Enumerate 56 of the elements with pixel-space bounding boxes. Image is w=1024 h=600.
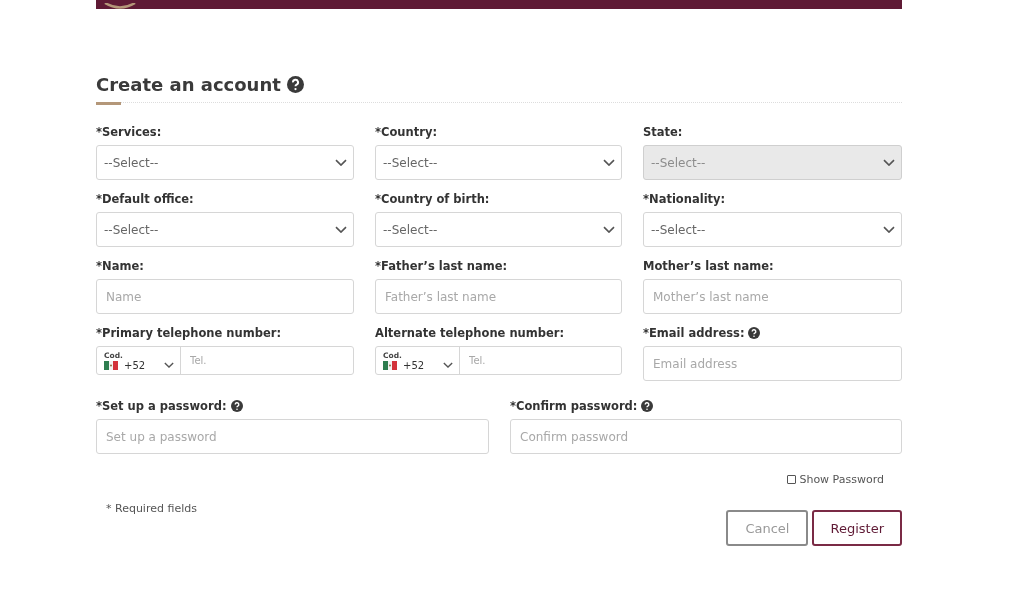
select-text: --Select-- bbox=[104, 222, 159, 237]
field-label: Alternate telephone number: bbox=[375, 326, 565, 340]
page-title: Create an account bbox=[96, 73, 281, 95]
text-field[interactable]: Mother’s last name bbox=[643, 279, 902, 314]
phone-number-input[interactable]: Tel. bbox=[460, 347, 621, 374]
country-code: +52 bbox=[403, 359, 426, 371]
help-icon[interactable] bbox=[748, 327, 761, 339]
password-field[interactable]: Set up a password bbox=[96, 419, 489, 454]
field-label: *Country of birth: bbox=[375, 192, 490, 206]
chevron-down-icon bbox=[883, 225, 895, 234]
show-password-checkbox[interactable]: Show Password bbox=[787, 473, 884, 486]
text-field[interactable]: Father’s last name bbox=[375, 279, 622, 314]
country-code: +52 bbox=[124, 359, 147, 371]
flag-icon bbox=[383, 360, 397, 370]
field-label: *Father’s last name: bbox=[375, 259, 508, 273]
emblem-icon bbox=[104, 3, 136, 9]
title-underline bbox=[96, 102, 121, 105]
select-field[interactable]: --Select-- bbox=[643, 212, 902, 247]
checkbox-icon[interactable] bbox=[787, 475, 797, 484]
field-label: *Country: bbox=[375, 125, 437, 139]
help-icon[interactable] bbox=[641, 400, 654, 412]
chevron-down-icon bbox=[335, 225, 347, 234]
field-label: *Default office: bbox=[96, 192, 194, 206]
select-text: --Select-- bbox=[651, 222, 706, 237]
flag-icon bbox=[104, 360, 118, 370]
field-label: *Services: bbox=[96, 125, 162, 139]
chevron-down-icon bbox=[443, 362, 453, 368]
select-text: --Select-- bbox=[651, 155, 706, 170]
select-field[interactable]: --Select-- bbox=[96, 212, 354, 247]
chevron-down-icon bbox=[164, 362, 174, 368]
select-text: --Select-- bbox=[104, 155, 159, 170]
select-field[interactable]: --Select-- bbox=[375, 145, 622, 180]
chevron-down-icon bbox=[883, 158, 895, 167]
register-button[interactable]: Register bbox=[812, 510, 902, 546]
help-icon[interactable] bbox=[286, 75, 304, 93]
field-label: Mother’s last name: bbox=[643, 259, 774, 273]
select-text: --Select-- bbox=[383, 155, 438, 170]
chevron-down-icon bbox=[603, 225, 615, 234]
field-label: *Name: bbox=[96, 259, 144, 273]
text-field[interactable]: Email address bbox=[643, 346, 902, 381]
select-field[interactable]: --Select-- bbox=[375, 212, 622, 247]
field-label: *Email address: bbox=[643, 326, 745, 340]
select-field[interactable]: --Select-- bbox=[96, 145, 354, 180]
field-label: State: bbox=[643, 125, 683, 139]
required-note: * Required fields bbox=[106, 502, 197, 515]
chevron-down-icon bbox=[335, 158, 347, 167]
field-label: *Confirm password: bbox=[510, 399, 638, 413]
field-label: *Set up a password: bbox=[96, 399, 227, 413]
field-label: *Primary telephone number: bbox=[96, 326, 281, 340]
phone-number-input[interactable]: Tel. bbox=[181, 347, 353, 374]
select-text: --Select-- bbox=[383, 222, 438, 237]
help-icon[interactable] bbox=[230, 400, 243, 412]
password-field[interactable]: Confirm password bbox=[510, 419, 902, 454]
chevron-down-icon bbox=[603, 158, 615, 167]
field-label: *Nationality: bbox=[643, 192, 726, 206]
text-field[interactable]: Name bbox=[96, 279, 354, 314]
